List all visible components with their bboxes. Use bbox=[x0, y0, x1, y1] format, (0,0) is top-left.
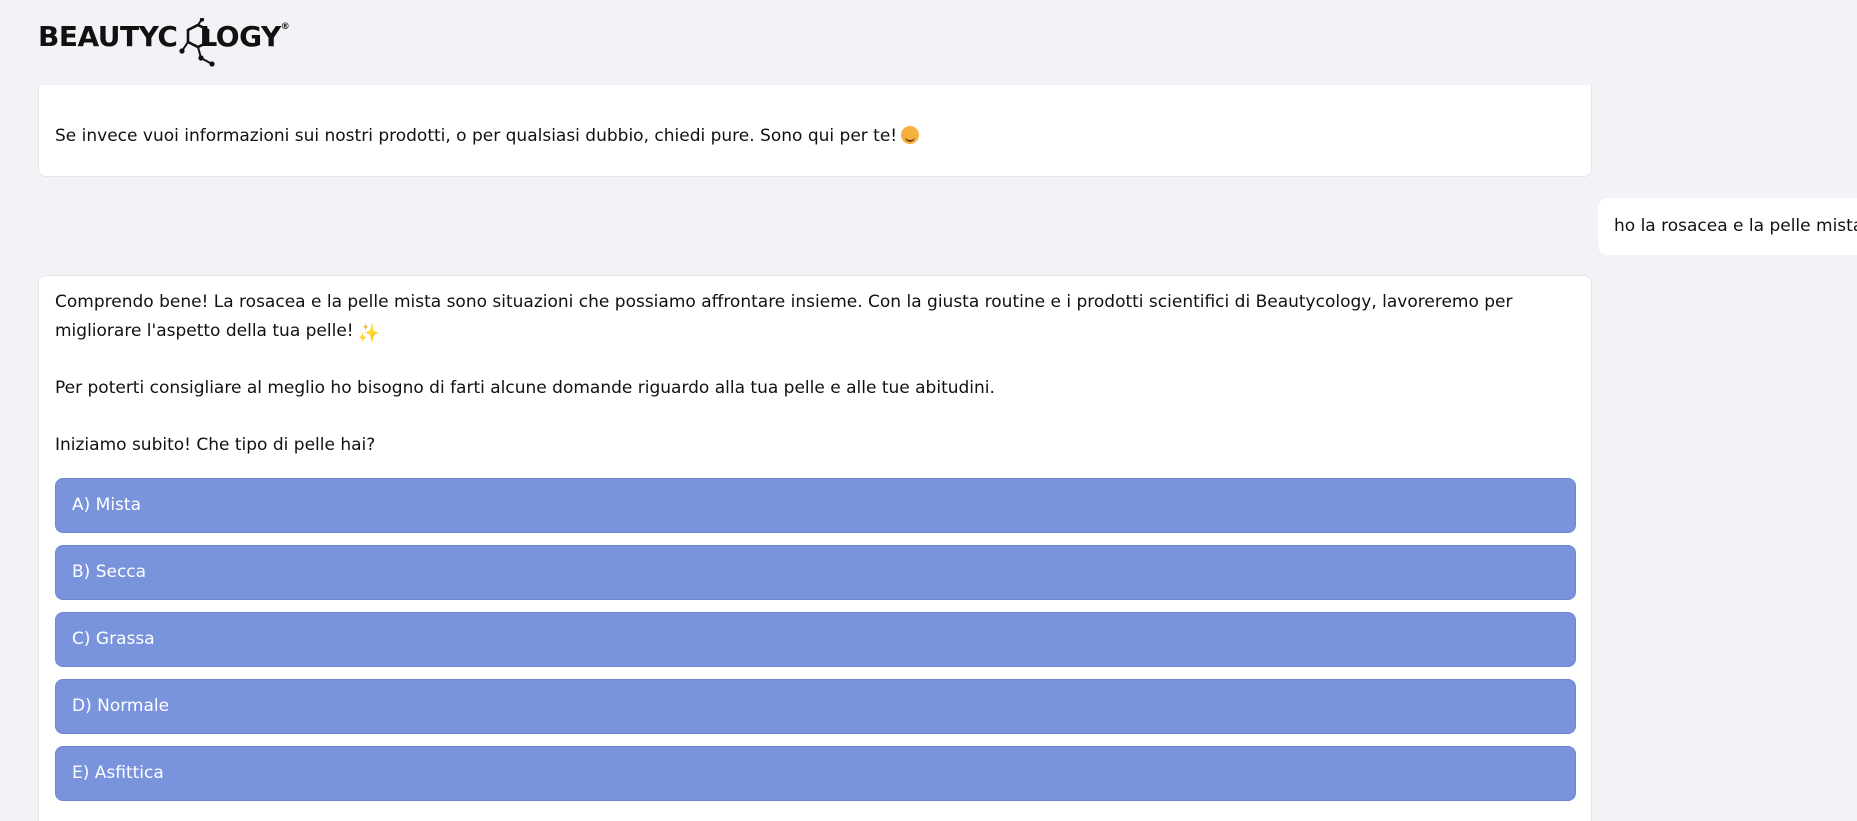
header: BEAUTYC LOGY® bbox=[0, 0, 1857, 85]
smiling-face-icon bbox=[901, 126, 920, 144]
option-button-normale[interactable]: D) Normale bbox=[55, 679, 1576, 734]
bot-message-paragraph-2: Per poterti consigliare al meglio ho bis… bbox=[55, 378, 995, 398]
user-message-text: ho la rosacea e la pelle mista bbox=[1614, 216, 1857, 236]
user-message: ho la rosacea e la pelle mista bbox=[1598, 198, 1857, 255]
bot-message: Se invece vuoi informazioni sui nostri p… bbox=[38, 85, 1592, 177]
bot-message-paragraph-1: Comprendo bene! La rosacea e la pelle mi… bbox=[55, 288, 1575, 346]
bot-message-text-content: Se invece vuoi informazioni sui nostri p… bbox=[55, 126, 898, 146]
bot-message-text: Se invece vuoi informazioni sui nostri p… bbox=[55, 122, 920, 150]
bot-message-quiz: Comprendo bene! La rosacea e la pelle mi… bbox=[38, 275, 1592, 821]
sparkles-icon: ✨ bbox=[357, 323, 381, 344]
beautycology-logo[interactable]: BEAUTYC LOGY® bbox=[38, 18, 290, 68]
logo-wordmark: BEAUTYC LOGY® bbox=[38, 20, 290, 53]
bot-message-paragraph-1-text: Comprendo bene! La rosacea e la pelle mi… bbox=[55, 292, 1513, 341]
quiz-question: Iniziamo subito! Che tipo di pelle hai? bbox=[55, 435, 376, 455]
option-button-secca[interactable]: B) Secca bbox=[55, 545, 1576, 600]
registered-mark: ® bbox=[280, 22, 290, 32]
logo-text-part-1: BEAUTYC bbox=[38, 20, 178, 53]
chat-area[interactable]: Se invece vuoi informazioni sui nostri p… bbox=[0, 85, 1857, 821]
option-button-grassa[interactable]: C) Grassa bbox=[55, 612, 1576, 667]
molecule-icon bbox=[179, 18, 215, 67]
option-button-mista[interactable]: A) Mista bbox=[55, 478, 1576, 533]
option-button-asfittica[interactable]: E) Asfittica bbox=[55, 746, 1576, 801]
